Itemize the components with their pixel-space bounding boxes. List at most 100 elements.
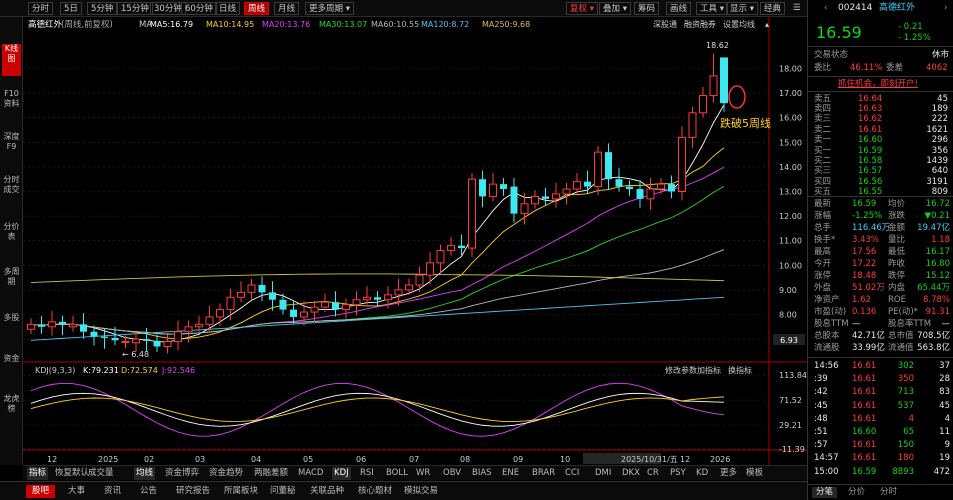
tab-15min[interactable]: 15分钟 (117, 2, 153, 15)
price-tick: 13.00 (779, 188, 802, 197)
kdj-j-value: J:92.546 (161, 366, 195, 375)
tab-60min[interactable]: 60分钟 (181, 2, 217, 15)
kdj-tick: -11.39 (779, 445, 805, 454)
stat-row: 总股本 42.71亿 总市值 708.5亿 (814, 331, 950, 341)
tab-5day[interactable]: 5日 (60, 2, 82, 15)
link-shenzhen-connect[interactable]: 深股通 (653, 19, 677, 29)
tab-price-dist[interactable]: 分价 (848, 487, 865, 498)
indicator-tab[interactable]: 模板 (744, 467, 765, 480)
trade-status: 休市 (932, 50, 950, 60)
indicator-tab[interactable]: 资金趋势 (207, 467, 245, 480)
collapse-icon[interactable]: ▴ (765, 20, 769, 29)
time-tick: 08 (460, 455, 470, 464)
restore-dropdown[interactable]: 复权 ▾ (566, 2, 598, 15)
indicator-tab[interactable]: 指标 (27, 467, 49, 480)
footer-tab[interactable]: 关联品种 (310, 485, 344, 498)
price-tick: 17.00 (779, 89, 802, 98)
forward-icon[interactable]: › (944, 3, 947, 14)
ma-value: MA20:13.76 (262, 20, 310, 29)
tab-ticks[interactable]: 分笔 (812, 487, 838, 498)
settings-icon[interactable]: ☰ (790, 2, 804, 15)
indicator-tab[interactable]: OBV (441, 467, 463, 480)
tab-monthly[interactable]: 月线 (274, 2, 300, 15)
switch-indicator-button[interactable]: 换指标 (728, 365, 752, 375)
tab-weekly[interactable]: 周线 (244, 2, 270, 15)
indicator-tab[interactable]: DMI (593, 467, 613, 480)
tools-dropdown[interactable]: 工具 ▾ (696, 2, 728, 15)
indicator-tab[interactable]: KDJ (332, 467, 351, 480)
indicator-tab[interactable]: KD (694, 467, 710, 480)
weekly-kline-chart[interactable]: 跌破5周线 18.62 ← 6.48 18.00 17.00 16.00 15.00 1… (23, 17, 807, 465)
footer-tab[interactable]: 模拟交易 (404, 485, 438, 498)
nav-funds[interactable]: 资金 (2, 354, 21, 376)
link-margin[interactable]: 融资融券 (684, 19, 716, 29)
ma-value: MA120:8.72 (421, 20, 469, 29)
ma-value: MA250:9.68 (482, 20, 530, 29)
indicator-tab[interactable]: DKX (620, 467, 642, 480)
indicator-tab[interactable]: 更多 (718, 467, 739, 480)
nav-dragon-tiger[interactable]: 龙虎榜 (2, 394, 21, 426)
nav-f10[interactable]: F10资料 (2, 89, 21, 121)
nav-price-table[interactable]: 分价表 (2, 222, 21, 254)
stat-row: 最新 16.59 均价 16.72 (814, 199, 950, 209)
ma-value: MA5:16.79 (150, 20, 193, 29)
price-tick: 9.00 (779, 286, 797, 295)
breakdown-note: 跌破5周线 (720, 116, 771, 130)
add-indicator-button[interactable]: 加指标 (697, 365, 721, 375)
nav-multi-stock[interactable]: 多股 (2, 313, 21, 335)
footer-tab[interactable]: 股吧 (26, 485, 56, 498)
tick-row: :48 16.61 4 4 (814, 413, 950, 424)
indicator-tab[interactable]: 两融差额 (252, 467, 290, 480)
indicator-tab[interactable]: BRAR (530, 467, 557, 480)
indicator-tab[interactable]: 均线 (134, 467, 156, 480)
time-tick: 12 (680, 455, 690, 464)
indicator-tab[interactable]: BOLL (384, 467, 410, 480)
price-change: - 0.21 (898, 22, 923, 32)
back-icon[interactable]: ‹ (824, 3, 827, 14)
open-account-promo[interactable]: 抓住机会，即刻开户! (838, 79, 918, 90)
indicator-tab[interactable]: MACD (296, 467, 325, 480)
indicator-tab[interactable]: BIAS (470, 467, 494, 480)
indicator-tab[interactable]: 成交量 (86, 467, 116, 480)
stock-code: 002414 (838, 3, 873, 13)
price-tick: 16.00 (779, 114, 802, 123)
high-price-label: 18.62 (706, 41, 729, 50)
indicator-tab[interactable]: 资金博弈 (163, 467, 201, 480)
tab-more-periods[interactable]: 更多周期 ▾ (305, 2, 354, 15)
stock-name: 高德红外 (879, 3, 916, 13)
nav-depth[interactable]: 深度F9 (2, 132, 21, 164)
tick-row: 14:57 16.61 180 19 (814, 453, 950, 464)
classic-button[interactable]: 经典 (760, 2, 786, 15)
tab-intraday-right[interactable]: 分时 (880, 487, 897, 498)
chips-button[interactable]: 筹码 (634, 2, 660, 15)
kdj-label: KDJ(9,3,3) (35, 366, 75, 375)
link-set-ma[interactable]: 设置均线 (723, 19, 755, 29)
nav-kline[interactable]: K线图 (2, 44, 21, 76)
tab-intraday[interactable]: 分时 (28, 2, 54, 15)
tick-row: :57 16.61 150 9 (814, 440, 950, 451)
footer-tab[interactable]: 核心题材 (358, 485, 392, 498)
stat-row: 外盘 51.02万 内盘 65.44万 (814, 283, 950, 293)
tab-daily[interactable]: 日线 (215, 2, 241, 15)
tab-5min[interactable]: 5分钟 (87, 2, 118, 15)
overlay-dropdown[interactable]: 叠加 ▾ (599, 2, 631, 15)
indicator-tab[interactable]: WR (414, 467, 432, 480)
draw-line-button[interactable]: 画线 (666, 2, 692, 15)
indicator-tab[interactable]: RSI (358, 467, 376, 480)
indicator-tab[interactable]: CR (645, 467, 661, 480)
footer-tab[interactable]: 所属板块 (224, 485, 258, 498)
tick-row: 14:56 16.61 302 37 (814, 361, 950, 371)
weibi-value: 46.11% (850, 63, 883, 73)
indicator-tab[interactable]: ENE (500, 467, 521, 480)
indicator-tab[interactable]: PSY (668, 467, 688, 480)
display-dropdown[interactable]: 显示 ▾ (726, 2, 758, 15)
footer-tab[interactable]: 公告 (140, 485, 157, 498)
footer-tab[interactable]: 资讯 (104, 485, 121, 498)
nav-multi-period[interactable]: 多周期 (2, 267, 21, 299)
footer-tab[interactable]: 研究报告 (176, 485, 210, 498)
modify-params-button[interactable]: 修改参数 (665, 365, 697, 375)
footer-tab[interactable]: 问董秘 (270, 485, 296, 498)
footer-tab[interactable]: 大事 (68, 485, 85, 498)
indicator-tab[interactable]: CCI (563, 467, 581, 480)
nav-trades[interactable]: 分时成交 (2, 175, 21, 217)
